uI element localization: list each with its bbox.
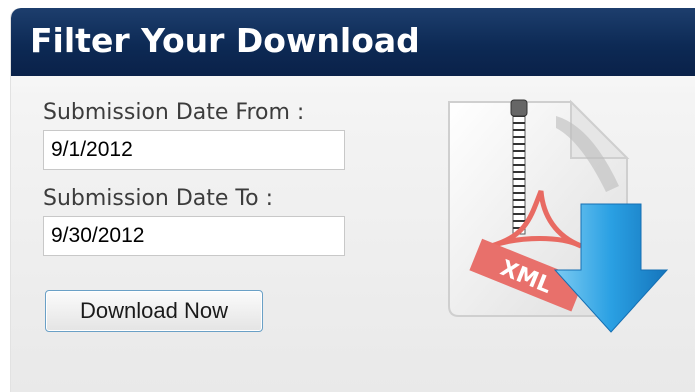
date-from-label: Submission Date From :	[43, 100, 305, 125]
download-now-button[interactable]: Download Now	[45, 290, 263, 332]
date-to-label: Submission Date To :	[43, 186, 273, 211]
panel-header: Filter Your Download	[11, 8, 695, 76]
zip-xml-download-icon: XML	[431, 96, 691, 350]
filter-panel: Filter Your Download Submission Date Fro…	[10, 8, 695, 392]
date-from-input[interactable]	[43, 130, 345, 170]
panel-title: Filter Your Download	[30, 21, 420, 60]
date-to-input[interactable]	[43, 216, 345, 256]
